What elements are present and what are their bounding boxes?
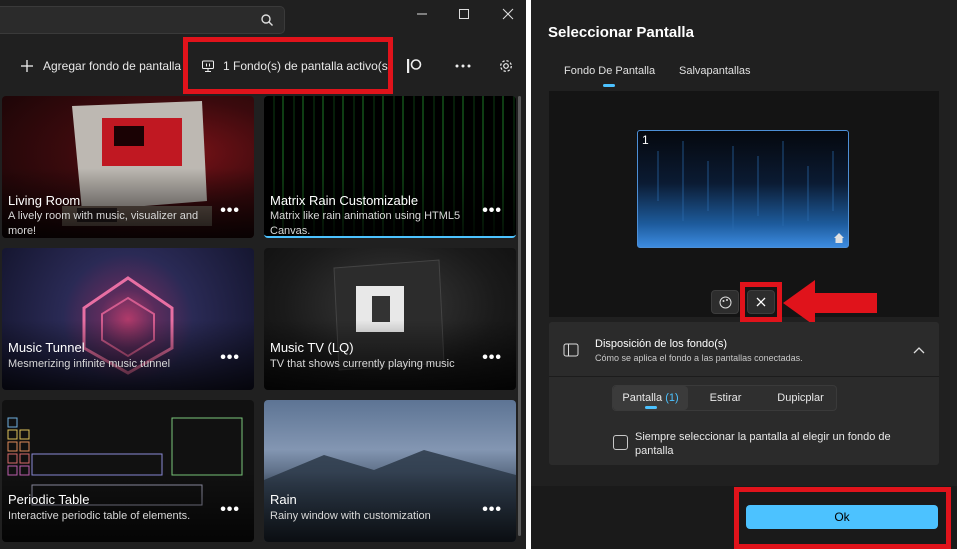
card-title: Matrix Rain Customizable bbox=[270, 193, 419, 208]
wallpaper-card-matrix-rain[interactable]: Matrix Rain Customizable Matrix like rai… bbox=[264, 96, 516, 238]
always-select-label: Siempre seleccionar la pantalla al elegi… bbox=[635, 431, 891, 457]
wallpaper-library-window: Agregar fondo de pantalla 1 Fondo(s) de … bbox=[0, 0, 526, 549]
search-icon[interactable] bbox=[260, 13, 274, 27]
more-icon bbox=[455, 64, 471, 68]
option-indicator bbox=[645, 406, 657, 409]
layout-segmented-control: Pantalla (1) Estirar Dupicplar bbox=[612, 385, 837, 411]
remove-button-highlight bbox=[740, 282, 782, 322]
card-more-button[interactable]: ••• bbox=[220, 349, 240, 367]
card-description: Matrix like rain animation using HTML5 C… bbox=[270, 210, 461, 237]
chevron-up-icon[interactable] bbox=[913, 346, 925, 354]
close-window-button[interactable] bbox=[488, 2, 526, 26]
monitor-number: 1 bbox=[642, 133, 649, 147]
monitor-1-preview[interactable]: 1 bbox=[637, 130, 849, 248]
card-description: A lively room with music, visualizer and… bbox=[8, 210, 199, 237]
card-title: Music TV (LQ) bbox=[270, 340, 354, 355]
patreon-button[interactable] bbox=[405, 44, 423, 88]
wallpaper-card-periodic-table[interactable]: Periodic Table Interactive periodic tabl… bbox=[2, 400, 254, 542]
matrix-preview bbox=[657, 141, 834, 231]
active-wallpapers-highlight bbox=[183, 37, 393, 94]
settings-button[interactable] bbox=[498, 44, 514, 88]
tab-wallpaper[interactable]: Fondo De Pantalla bbox=[564, 65, 655, 77]
layout-icon bbox=[563, 343, 579, 357]
maximize-icon bbox=[459, 9, 469, 19]
layout-title: Disposición de los fondo(s) bbox=[595, 338, 728, 350]
card-description: Interactive periodic table of elements. bbox=[8, 510, 191, 522]
option-stretch[interactable]: Estirar bbox=[688, 386, 763, 410]
card-title: Music Tunnel bbox=[8, 340, 85, 355]
add-wallpaper-label: Agregar fondo de pantalla bbox=[43, 59, 182, 73]
card-title: Living Room bbox=[8, 193, 81, 208]
card-more-button[interactable]: ••• bbox=[482, 202, 502, 220]
screen-count: (1) bbox=[665, 392, 679, 404]
wallpaper-card-rain[interactable]: Rain Rainy window with customization ••• bbox=[264, 400, 516, 542]
always-select-checkbox[interactable] bbox=[613, 435, 628, 450]
plus-icon bbox=[21, 60, 33, 72]
card-more-button[interactable]: ••• bbox=[220, 202, 240, 220]
card-description: Rainy window with customization bbox=[270, 510, 431, 522]
option-screen[interactable]: Pantalla (1) bbox=[613, 386, 688, 410]
scrollbar[interactable] bbox=[518, 96, 521, 536]
option-screen-label: Pantalla bbox=[622, 392, 663, 404]
tab-indicator bbox=[603, 84, 615, 87]
palette-icon bbox=[719, 296, 731, 308]
option-duplicate[interactable]: Dupicplar bbox=[763, 386, 838, 410]
more-options-button[interactable] bbox=[454, 44, 472, 88]
card-more-button[interactable]: ••• bbox=[482, 349, 502, 367]
red-arrow-annotation bbox=[783, 280, 877, 326]
wallpaper-card-music-tv[interactable]: Music TV (LQ) TV that shows currently pl… bbox=[264, 248, 516, 390]
select-screen-dialog: Seleccionar Pantalla Fondo De Pantalla S… bbox=[531, 0, 957, 549]
minimize-button[interactable] bbox=[402, 2, 442, 26]
card-title: Rain bbox=[270, 492, 297, 507]
monitor-settings-button[interactable] bbox=[711, 290, 739, 314]
maximize-button[interactable] bbox=[444, 2, 484, 26]
close-icon bbox=[502, 8, 514, 20]
card-description: TV that shows currently playing music bbox=[270, 358, 455, 370]
patreon-icon bbox=[407, 59, 422, 73]
layout-subtitle: Cómo se aplica el fondo a las pantallas … bbox=[595, 353, 803, 363]
screenshot-root: Agregar fondo de pantalla 1 Fondo(s) de … bbox=[0, 0, 957, 549]
card-title: Periodic Table bbox=[8, 492, 90, 507]
wallpaper-card-music-tunnel[interactable]: Music Tunnel Mesmerizing infinite music … bbox=[2, 248, 254, 390]
card-description: Mesmerizing infinite music tunnel bbox=[8, 358, 171, 370]
wallpaper-grid: Living Room A lively room with music, vi… bbox=[2, 96, 518, 549]
dialog-title: Seleccionar Pantalla bbox=[548, 24, 694, 41]
layout-settings-card: Disposición de los fondo(s) Cómo se apli… bbox=[549, 322, 939, 465]
card-more-button[interactable]: ••• bbox=[220, 501, 240, 519]
card-more-button[interactable]: ••• bbox=[482, 501, 502, 519]
search-input[interactable] bbox=[0, 6, 285, 34]
home-icon bbox=[834, 233, 844, 243]
tab-screensaver[interactable]: Salvapantallas bbox=[679, 65, 751, 77]
gear-icon bbox=[500, 60, 512, 72]
ok-button-highlight bbox=[734, 487, 951, 549]
minimize-icon bbox=[417, 13, 427, 15]
wallpaper-card-living-room[interactable]: Living Room A lively room with music, vi… bbox=[2, 96, 254, 238]
add-wallpaper-button[interactable]: Agregar fondo de pantalla bbox=[20, 44, 181, 88]
